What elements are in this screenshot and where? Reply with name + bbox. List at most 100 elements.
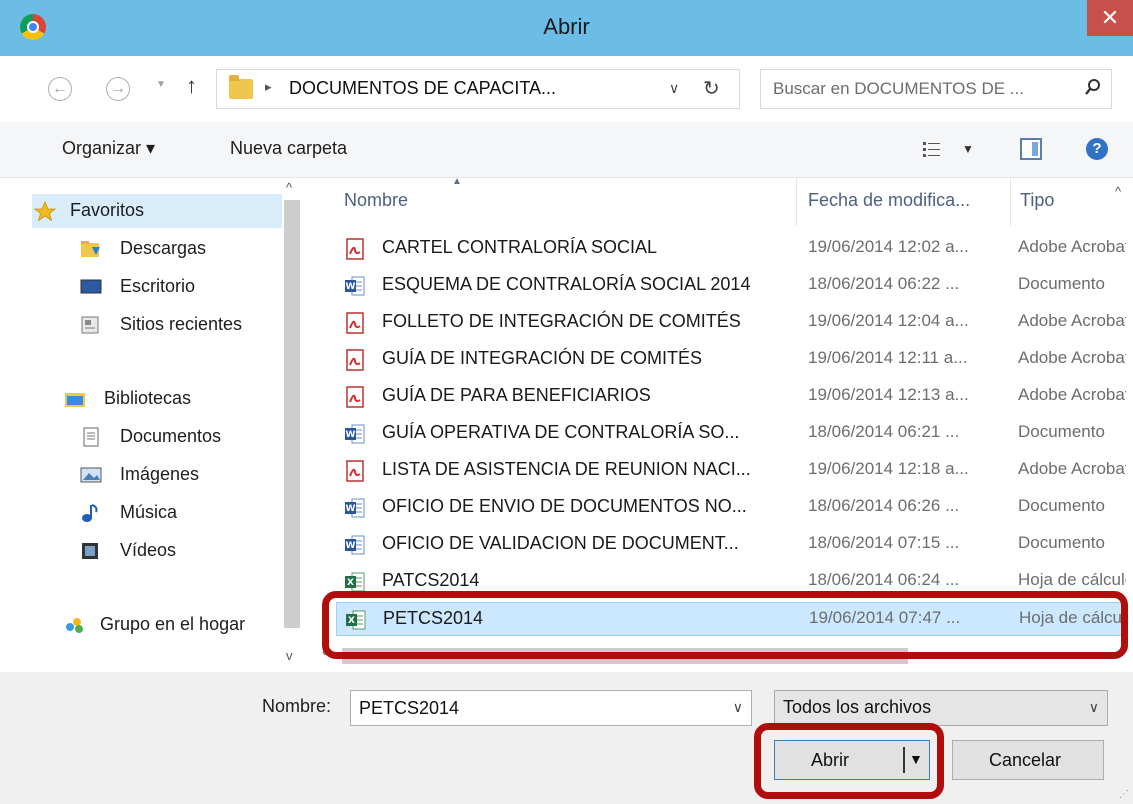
search-icon xyxy=(1085,79,1100,95)
file-type: Adobe Acrobat xyxy=(1018,459,1126,478)
document-icon xyxy=(83,427,99,447)
column-divider[interactable] xyxy=(796,178,797,226)
filename-dropdown-icon[interactable]: ∨ xyxy=(733,699,743,716)
highlight-open-button xyxy=(754,723,944,799)
change-view-icon[interactable] xyxy=(922,140,942,158)
table-row[interactable]: W ESQUEMA DE CONTRALORÍA SOCIAL 2014 18/06… xyxy=(336,269,1126,303)
table-row[interactable]: LISTA DE ASISTENCIA DE REUNION NACI... 19… xyxy=(336,454,1126,488)
nav-label-imagenes: Imágenes xyxy=(120,464,200,484)
file-name: OFICIO DE ENVIO DE DOCUMENTOS NO... xyxy=(382,496,747,516)
highlight-selected-file xyxy=(322,591,1128,659)
table-row[interactable]: CARTEL CONTRALORÍA SOCIAL 19/06/2014 12:0… xyxy=(336,232,1126,266)
word-icon: W xyxy=(344,497,366,519)
search-input[interactable]: Buscar en DOCUMENTOS DE ... xyxy=(760,69,1112,109)
nav-label-bibliotecas: Bibliotecas xyxy=(104,388,192,408)
scrollbar-thumb[interactable] xyxy=(284,200,300,628)
pdf-icon xyxy=(344,460,366,482)
column-header-date[interactable]: Fecha de modifica... xyxy=(808,190,970,211)
table-row[interactable]: GUÍA DE INTEGRACIÓN DE COMITÉS 19/06/2014… xyxy=(336,343,1126,377)
dialog-title: Abrir xyxy=(543,14,590,39)
file-type: Documento xyxy=(1018,422,1105,441)
forward-button[interactable]: → xyxy=(106,77,130,101)
table-row[interactable]: FOLLETO DE INTEGRACIÓN DE COMITÉS 19/06/2… xyxy=(336,306,1126,340)
filetype-select[interactable]: Todos los archivos ∨ xyxy=(774,690,1108,726)
breadcrumb-separator-icon[interactable]: ▸ xyxy=(265,79,272,95)
svg-text:X: X xyxy=(347,578,354,588)
file-name: GUÍA DE PARA BENEFICIARIOS xyxy=(382,385,651,405)
file-name: LISTA DE ASISTENCIA DE REUNION NACI... xyxy=(382,459,751,479)
nav-label-sitios-recientes: Sitios recientes xyxy=(120,314,243,334)
svg-text:W: W xyxy=(346,282,356,292)
column-divider[interactable] xyxy=(1010,178,1011,226)
nav-item-imagenes[interactable]: Imágenes xyxy=(0,458,280,492)
file-type: Adobe Acrobat xyxy=(1018,311,1126,330)
word-icon: W xyxy=(344,534,366,556)
nav-item-musica[interactable]: Música xyxy=(0,496,280,530)
nav-item-escritorio[interactable]: Escritorio xyxy=(0,270,280,304)
command-toolbar: Organizar ▾ Nueva carpeta ▼ ? xyxy=(0,122,1133,178)
resize-grip-icon[interactable]: ⋰ xyxy=(1119,789,1129,800)
video-icon xyxy=(82,543,98,559)
scroll-up-icon[interactable]: ^ xyxy=(286,180,292,195)
file-date: 18/06/2014 06:21 ... xyxy=(808,422,960,441)
file-type: Documento xyxy=(1018,533,1105,552)
organize-button[interactable]: Organizar ▾ xyxy=(62,138,155,159)
file-type: Hoja de cálculo xyxy=(1018,570,1126,589)
address-bar[interactable]: ▸ DOCUMENTOS DE CAPACITA... ∨ ↻ xyxy=(216,69,740,109)
help-icon[interactable]: ? xyxy=(1086,138,1108,160)
table-row[interactable]: W OFICIO DE VALIDACION DE DOCUMENT... 18/0… xyxy=(336,528,1126,562)
up-folder-button[interactable]: ↑ xyxy=(186,73,197,99)
nav-item-grupo-hogar[interactable]: Grupo en el hogar xyxy=(0,608,280,642)
excel-icon: X xyxy=(344,571,366,593)
file-date: 19/06/2014 12:11 a... xyxy=(808,348,968,367)
view-options-dropdown-icon[interactable]: ▼ xyxy=(962,142,974,156)
filename-input[interactable]: PETCS2014 ∨ xyxy=(350,690,752,726)
cancel-button[interactable]: Cancelar xyxy=(952,740,1104,780)
back-button[interactable]: ← xyxy=(48,77,72,101)
image-icon xyxy=(80,467,102,483)
file-date: 18/06/2014 06:24 ... xyxy=(808,570,960,589)
nav-item-videos[interactable]: Vídeos xyxy=(0,534,280,568)
recent-locations-dropdown-icon[interactable]: ▼ xyxy=(156,79,166,90)
column-header-name[interactable]: Nombre xyxy=(344,190,408,211)
table-row[interactable]: W GUÍA OPERATIVA DE CONTRALORÍA SO... 18/0… xyxy=(336,417,1126,451)
file-date: 18/06/2014 06:22 ... xyxy=(808,274,960,293)
music-icon xyxy=(82,504,98,522)
table-row[interactable]: W OFICIO DE ENVIO DE DOCUMENTOS NO... 18/0… xyxy=(336,491,1126,525)
file-name: CARTEL CONTRALORÍA SOCIAL xyxy=(382,237,658,257)
pdf-icon xyxy=(344,386,366,408)
nav-item-sitios-recientes[interactable]: Sitios recientes xyxy=(0,308,280,342)
refresh-icon[interactable]: ↻ xyxy=(703,76,720,101)
nav-item-bibliotecas[interactable]: Bibliotecas xyxy=(0,382,280,416)
file-date: 18/06/2014 07:15 ... xyxy=(808,533,960,552)
navigation-scrollbar[interactable]: ^ v xyxy=(282,178,302,672)
scroll-up-icon[interactable]: ^ xyxy=(1115,184,1121,199)
scroll-down-icon[interactable]: v xyxy=(286,648,293,663)
filetype-value: Todos los archivos xyxy=(783,697,932,717)
nav-label-musica: Música xyxy=(120,502,178,522)
nav-item-documentos[interactable]: Documentos xyxy=(0,420,280,454)
desktop-icon xyxy=(80,279,102,294)
pdf-icon xyxy=(344,312,366,334)
file-date: 19/06/2014 12:18 a... xyxy=(808,459,969,478)
file-type: Adobe Acrobat xyxy=(1018,348,1126,367)
table-row[interactable]: GUÍA DE PARA BENEFICIARIOS 19/06/2014 12:… xyxy=(336,380,1126,414)
nav-label-escritorio: Escritorio xyxy=(120,276,196,296)
navigation-pane: Favoritos Descargas Escritorio Sitios re… xyxy=(0,178,302,672)
nav-item-favoritos[interactable]: Favoritos xyxy=(32,194,282,228)
filetype-dropdown-icon[interactable]: ∨ xyxy=(1089,699,1099,716)
nav-label-documentos: Documentos xyxy=(120,426,222,446)
pdf-icon xyxy=(344,349,366,371)
nav-label-favoritos: Favoritos xyxy=(70,200,145,220)
svg-text:W: W xyxy=(346,504,356,514)
new-folder-button[interactable]: Nueva carpeta xyxy=(230,138,347,159)
breadcrumb-path[interactable]: DOCUMENTOS DE CAPACITA... xyxy=(289,78,556,99)
file-date: 19/06/2014 12:02 a... xyxy=(808,237,969,256)
address-dropdown-icon[interactable]: ∨ xyxy=(669,80,679,97)
file-name: GUÍA DE INTEGRACIÓN DE COMITÉS xyxy=(382,348,703,368)
title-bar[interactable]: Abrir ✕ xyxy=(0,0,1133,56)
close-button[interactable]: ✕ xyxy=(1087,0,1133,36)
nav-item-descargas[interactable]: Descargas xyxy=(0,232,280,266)
column-header-type[interactable]: Tipo xyxy=(1020,190,1054,211)
preview-pane-icon[interactable] xyxy=(1020,138,1042,160)
